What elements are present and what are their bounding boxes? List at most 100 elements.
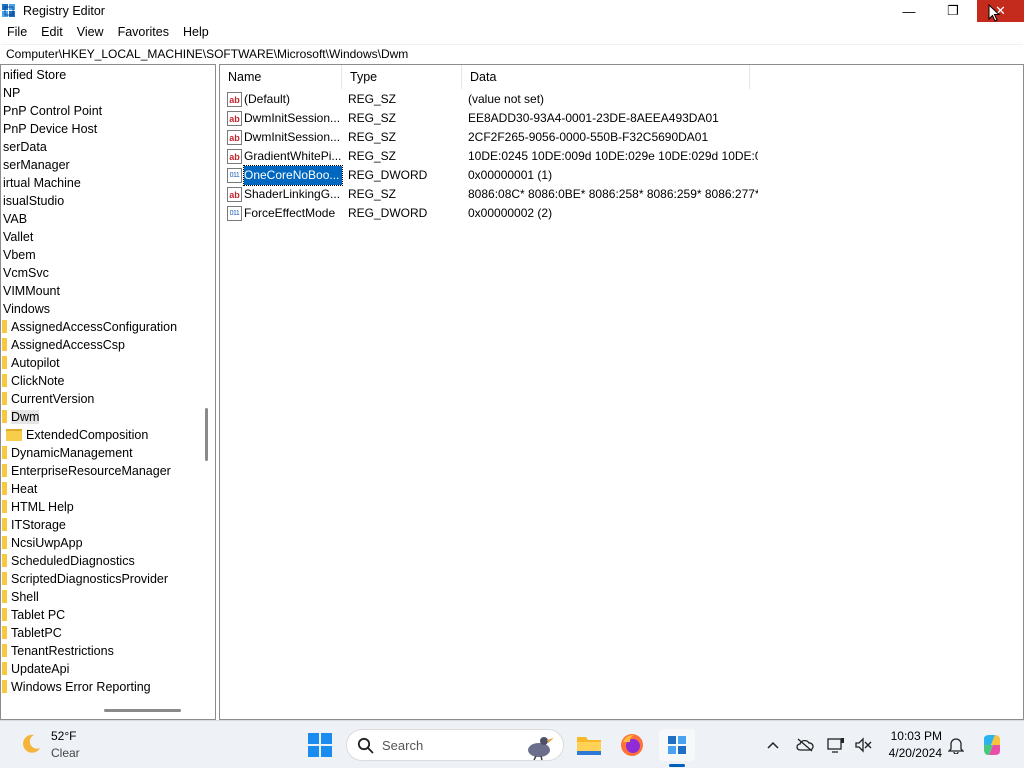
active-app-indicator <box>669 764 685 767</box>
tree-item[interactable]: CurrentVersion <box>2 390 94 408</box>
value-type: REG_SZ <box>348 187 397 201</box>
tree-item-label: DynamicManagement <box>11 446 133 460</box>
tree-item[interactable]: Vbem <box>3 246 36 264</box>
tree-item[interactable]: TabletPC <box>2 624 62 642</box>
tree-item-label: Shell <box>11 590 39 604</box>
tree-item[interactable]: Vallet <box>3 228 33 246</box>
tree-item[interactable]: ScheduledDiagnostics <box>2 552 135 570</box>
value-name: ShaderLinkingG... <box>244 187 341 201</box>
tree-item[interactable]: HTML Help <box>2 498 74 516</box>
clock-time[interactable]: 10:03 PM <box>886 729 942 743</box>
column-header-data[interactable]: Data <box>462 65 750 89</box>
tree-item[interactable]: isualStudio <box>3 192 64 210</box>
tree-item-label: EnterpriseResourceManager <box>11 464 171 478</box>
tree-item-label: NcsiUwpApp <box>11 536 83 550</box>
tree-item[interactable]: nified Store <box>3 66 66 84</box>
tree-item[interactable]: EnterpriseResourceManager <box>2 462 171 480</box>
values-list-pane[interactable]: Name Type Data ab (Default) REG_SZ (valu… <box>219 64 1024 720</box>
tree-item[interactable]: VIMMount <box>3 282 60 300</box>
clock-date[interactable]: 4/20/2024 <box>880 746 942 760</box>
tree-item[interactable]: irtual Machine <box>3 174 81 192</box>
tree-item[interactable]: VAB <box>3 210 27 228</box>
tree-item-label: AssignedAccessCsp <box>11 338 125 352</box>
value-row[interactable]: ab (Default) REG_SZ (value not set) <box>220 90 760 109</box>
tree-item[interactable]: NP <box>3 84 20 102</box>
volume-muted-icon[interactable] <box>853 735 873 755</box>
value-row[interactable]: ab GradientWhitePi... REG_SZ 10DE:0245 1… <box>220 147 760 166</box>
folder-icon <box>2 554 7 567</box>
tree-item[interactable]: Windows Error Reporting <box>2 678 151 696</box>
tree-item[interactable]: Vindows <box>3 300 50 318</box>
tree-item[interactable]: Heat <box>2 480 37 498</box>
menu-view[interactable]: View <box>70 23 111 43</box>
tree-item[interactable]: PnP Device Host <box>3 120 97 138</box>
tree-item[interactable]: Tablet PC <box>2 606 65 624</box>
tree-item[interactable]: DynamicManagement <box>2 444 133 462</box>
tree-item[interactable]: VcmSvc <box>3 264 49 282</box>
weather-description[interactable]: Clear <box>51 746 80 760</box>
string-value-icon: ab <box>227 111 242 126</box>
address-bar[interactable]: Computer\HKEY_LOCAL_MACHINE\SOFTWARE\Mic… <box>1 44 1023 63</box>
tree-item[interactable]: Autopilot <box>2 354 60 372</box>
value-type: REG_SZ <box>348 92 397 106</box>
string-value-icon: ab <box>227 187 242 202</box>
weather-temperature[interactable]: 52°F <box>51 729 76 743</box>
tree-item-label: NP <box>3 86 21 100</box>
tree-item-label: HTML Help <box>11 500 74 514</box>
cloud-offline-icon[interactable] <box>795 735 815 755</box>
tree-item[interactable]: serData <box>3 138 47 156</box>
tree-item[interactable]: PnP Control Point <box>3 102 102 120</box>
taskbar-search-box[interactable]: Search <box>346 729 564 761</box>
tree-item[interactable]: ExtendedComposition <box>6 426 148 444</box>
value-row[interactable]: ab ShaderLinkingG... REG_SZ 8086:08C* 80… <box>220 185 760 204</box>
tree-item[interactable]: UpdateApi <box>2 660 69 678</box>
maximize-button[interactable]: ❐ <box>930 0 976 22</box>
value-row[interactable]: 011 ForceEffectMode REG_DWORD 0x00000002… <box>220 204 760 223</box>
value-type: REG_DWORD <box>348 168 428 182</box>
notification-bell-icon[interactable] <box>946 735 966 755</box>
tree-item-label: PnP Device Host <box>3 122 98 136</box>
column-header-type[interactable]: Type <box>342 65 462 89</box>
tree-item-label: Dwm <box>11 410 40 424</box>
title-bar[interactable]: Registry Editor — ❐ ✕ <box>0 0 1024 22</box>
chevron-up-icon[interactable] <box>763 735 783 755</box>
column-header-name[interactable]: Name <box>220 65 342 89</box>
minimize-button[interactable]: — <box>886 0 932 22</box>
tree-item-selected[interactable]: Dwm <box>2 408 40 426</box>
folder-icon <box>2 464 7 477</box>
firefox-taskbar-button[interactable] <box>614 729 650 761</box>
value-row-selected[interactable]: 011 OneCoreNoBoo... REG_DWORD 0x00000001… <box>220 165 760 186</box>
windows-start-icon[interactable] <box>307 732 333 758</box>
tree-item[interactable]: AssignedAccessConfiguration <box>2 318 177 336</box>
tree-vertical-scrollbar[interactable] <box>205 408 208 461</box>
registry-editor-taskbar-button[interactable] <box>659 729 695 761</box>
close-button[interactable]: ✕ <box>977 0 1024 22</box>
menu-favorites[interactable]: Favorites <box>111 23 176 43</box>
tree-item-label: ITStorage <box>11 518 66 532</box>
value-row[interactable]: ab DwmInitSession... REG_SZ EE8ADD30-93A… <box>220 109 760 128</box>
tree-item[interactable]: NcsiUwpApp <box>2 534 83 552</box>
tree-item[interactable]: AssignedAccessCsp <box>2 336 125 354</box>
menu-file[interactable]: File <box>0 23 34 43</box>
tree-item[interactable]: TenantRestrictions <box>2 642 114 660</box>
moon-weather-icon[interactable] <box>20 733 42 755</box>
tree-item[interactable]: ScriptedDiagnosticsProvider <box>2 570 168 588</box>
display-network-icon[interactable] <box>826 735 846 755</box>
tree-item-label: serData <box>3 140 47 154</box>
menu-help[interactable]: Help <box>176 23 216 43</box>
folder-icon <box>2 536 7 549</box>
value-name: DwmInitSession... <box>244 130 341 144</box>
tree-item[interactable]: serManager <box>3 156 70 174</box>
folder-icon <box>2 608 7 621</box>
copilot-icon[interactable] <box>980 733 1004 757</box>
tree-horizontal-scrollbar[interactable] <box>104 709 181 712</box>
folder-icon <box>2 500 7 513</box>
key-tree-pane[interactable]: nified Store NP PnP Control Point PnP De… <box>0 64 216 720</box>
menu-edit[interactable]: Edit <box>34 23 70 43</box>
taskbar: 52°F Clear Search 10:03 PM 4/20/2024 <box>0 720 1024 768</box>
value-row[interactable]: ab DwmInitSession... REG_SZ 2CF2F265-905… <box>220 128 760 147</box>
tree-item[interactable]: Shell <box>2 588 39 606</box>
file-explorer-taskbar-button[interactable] <box>571 729 607 761</box>
tree-item[interactable]: ITStorage <box>2 516 66 534</box>
tree-item[interactable]: ClickNote <box>2 372 65 390</box>
